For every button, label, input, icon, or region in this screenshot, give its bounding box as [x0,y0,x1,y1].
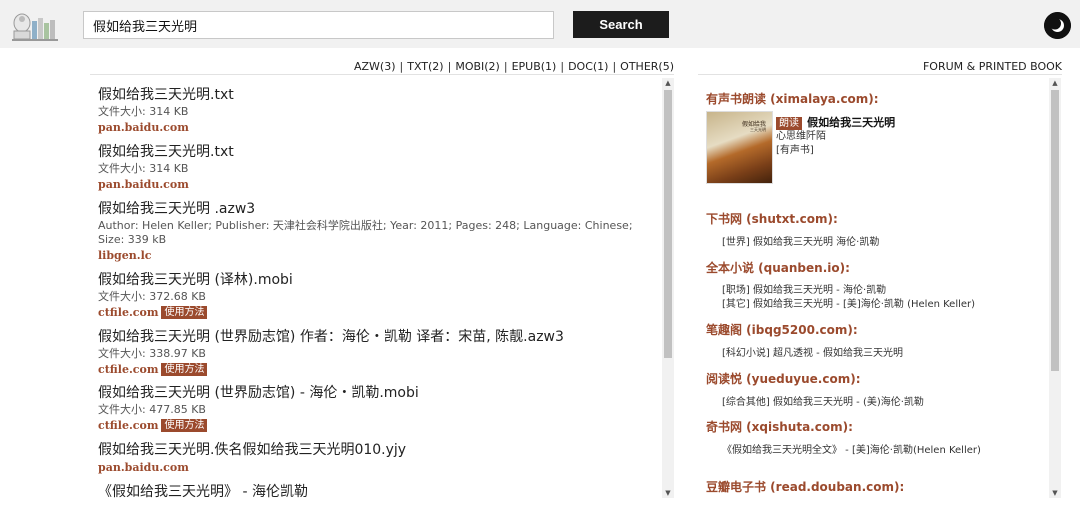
usage-badge[interactable]: 使用方法 [161,363,208,376]
result-title[interactable]: 假如给我三天光明 (世界励志馆) - 海伦・凯勒.mobi [98,384,653,402]
source-section: 阅读悦 (yueduyue.com): [综合其他] 假如给我三天光明 - (美… [706,370,1042,410]
source-section: 奇书网 (xqishuta.com): 《假如给我三天光明全文》 - [美]海伦… [706,418,1042,458]
sources-panel: 有声书朗读 (ximalaya.com): 假如给我 三天光明 朗读 假如给我三… [698,78,1044,498]
search-input[interactable] [83,11,554,39]
result-title[interactable]: 假如给我三天光明.txt [98,143,653,161]
result-title[interactable]: 假如给我三天光明.佚名假如给我三天光明010.yjy [98,441,653,459]
filter-azw[interactable]: AZW(3) [354,60,396,73]
result-source-link[interactable]: libgen.lc [98,248,653,263]
result-title[interactable]: 假如给我三天光明 (世界励志馆) 作者：海伦・凯勒 译者：宋苗, 陈靓.azw3 [98,328,653,346]
cover-subtitle-text: 三天光明 [750,127,766,132]
audio-author: 心思维阡陌 [776,131,826,142]
result-item[interactable]: 假如给我三天光明 (译林).mobi 文件大小: 372.68 KB ctfil… [98,271,653,320]
section-heading[interactable]: 笔趣阁 (ibqg5200.com): [706,321,1042,338]
result-source-link[interactable]: ctfile.com [98,306,158,319]
section-heading[interactable]: 下书网 (shutxt.com): [706,210,1042,227]
scroll-thumb[interactable] [1051,90,1059,371]
audio-book-card[interactable]: 假如给我 三天光明 朗读 假如给我三天光明 心思维阡陌 [有声书] [706,111,1042,185]
source-section: 全本小说 (quanben.io): [职场] 假如给我三天光明 - 海伦·凯勒… [706,259,1042,312]
result-item[interactable]: 假如给我三天光明.佚名假如给我三天光明010.yjy pan.baidu.com [98,441,653,475]
filter-txt[interactable]: TXT(2) [407,60,443,73]
listen-badge[interactable]: 朗读 [776,117,802,130]
result-meta: Author: Helen Keller; Publisher: 天津社会科学院… [98,219,633,246]
section-heading[interactable]: 阅读悦 (yueduyue.com): [706,370,1042,387]
filter-separator: | [399,60,404,73]
source-item[interactable]: [职场] 假如给我三天光明 - 海伦·凯勒 [722,284,1042,298]
top-bar: Search [0,0,1080,48]
result-source-link[interactable]: ctfile.com [98,363,158,376]
forum-link[interactable]: FORUM & PRINTED BOOK [923,60,1062,73]
audio-card-text: 朗读 假如给我三天光明 心思维阡陌 [有声书] [776,111,895,158]
scroll-up-icon[interactable]: ▲ [1049,78,1061,88]
scroll-down-icon[interactable]: ▼ [662,488,674,498]
source-item[interactable]: [科幻小说] 超凡透视 - 假如给我三天光明 [722,347,1042,361]
source-item[interactable]: 《假如给我三天光明全文》 - [美]海伦·凯勒(Helen Keller) [722,444,1042,458]
filter-separator: | [612,60,617,73]
filter-mobi[interactable]: MOBI(2) [455,60,500,73]
audio-section: 有声书朗读 (ximalaya.com): [706,90,1042,107]
filter-doc[interactable]: DOC(1) [568,60,608,73]
result-source-link[interactable]: pan.baidu.com [98,120,653,135]
result-item[interactable]: 假如给我三天光明 .azw3 Author: Helen Keller; Pub… [98,200,653,263]
format-filter-bar: AZW(3) | TXT(2) | MOBI(2) | EPUB(1) | DOC(1) | OTH… [90,60,674,73]
source-item[interactable]: [世界] 假如给我三天光明 海伦·凯勒 [722,236,1042,250]
divider [90,74,674,75]
section-heading[interactable]: 豆瓣电子书 (read.douban.com): [706,478,1042,495]
result-item[interactable]: 假如给我三天光明 (世界励志馆) - 海伦・凯勒.mobi 文件大小: 477.… [98,384,653,433]
result-item[interactable]: 假如给我三天光明.txt 文件大小: 314 KB pan.baidu.com [98,86,653,135]
results-list: 假如给我三天光明.txt 文件大小: 314 KB pan.baidu.com … [90,78,660,498]
result-title[interactable]: 《假如给我三天光明》 - 海伦凯勒 [98,483,653,498]
results-scrollbar[interactable]: ▲ ▼ [662,78,674,498]
source-item[interactable]: [综合其他] 假如给我三天光明 - (美)海伦·凯勒 [722,396,1042,410]
result-title[interactable]: 假如给我三天光明 .azw3 [98,200,653,218]
filter-separator: | [560,60,565,73]
result-source-link[interactable]: pan.baidu.com [98,460,653,475]
result-source-row: ctfile.com 使用方法 [98,418,653,433]
section-heading[interactable]: 全本小说 (quanben.io): [706,259,1042,276]
filter-other[interactable]: OTHER(5) [620,60,674,73]
result-meta: 文件大小: 372.68 KB [98,290,206,303]
result-item[interactable]: 假如给我三天光明.txt 文件大小: 314 KB pan.baidu.com [98,143,653,192]
scroll-thumb[interactable] [664,90,672,358]
source-section: 豆瓣电子书 (read.douban.com): [706,478,1042,495]
result-title[interactable]: 假如给我三天光明.txt [98,86,653,104]
sources-scrollbar[interactable]: ▲ ▼ [1049,78,1061,498]
scroll-up-icon[interactable]: ▲ [662,78,674,88]
divider [698,74,1062,75]
search-button[interactable]: Search [573,11,669,38]
section-heading[interactable]: 有声书朗读 (ximalaya.com): [706,90,1042,107]
audio-tag: [有声书] [776,145,814,156]
logo-books-icon[interactable] [10,9,60,41]
result-source-row: ctfile.com 使用方法 [98,362,653,377]
section-heading[interactable]: 奇书网 (xqishuta.com): [706,418,1042,435]
filter-separator: | [447,60,452,73]
source-section: 下书网 (shutxt.com): [世界] 假如给我三天光明 海伦·凯勒 [706,210,1042,250]
moon-icon[interactable] [1044,12,1071,39]
scroll-down-icon[interactable]: ▼ [1049,488,1061,498]
result-source-link[interactable]: ctfile.com [98,419,158,432]
filter-epub[interactable]: EPUB(1) [512,60,557,73]
source-section: 笔趣阁 (ibqg5200.com): [科幻小说] 超凡透视 - 假如给我三天… [706,321,1042,361]
usage-badge[interactable]: 使用方法 [161,419,208,432]
result-item[interactable]: 《假如给我三天光明》 - 海伦凯勒 [98,483,653,498]
result-source-link[interactable]: pan.baidu.com [98,177,653,192]
result-title[interactable]: 假如给我三天光明 (译林).mobi [98,271,653,289]
result-source-row: ctfile.com 使用方法 [98,305,653,320]
filter-separator: | [503,60,508,73]
audio-title[interactable]: 假如给我三天光明 [807,116,895,129]
usage-badge[interactable]: 使用方法 [161,306,208,319]
result-meta: 文件大小: 477.85 KB [98,403,206,416]
result-meta: 文件大小: 314 KB [98,162,189,175]
result-meta: 文件大小: 314 KB [98,105,189,118]
source-item[interactable]: [其它] 假如给我三天光明 - [美]海伦·凯勒 (Helen Keller) [722,298,1042,312]
book-cover[interactable]: 假如给我 三天光明 [706,111,773,184]
result-item[interactable]: 假如给我三天光明 (世界励志馆) 作者：海伦・凯勒 译者：宋苗, 陈靓.azw3… [98,328,653,377]
result-meta: 文件大小: 338.97 KB [98,347,206,360]
